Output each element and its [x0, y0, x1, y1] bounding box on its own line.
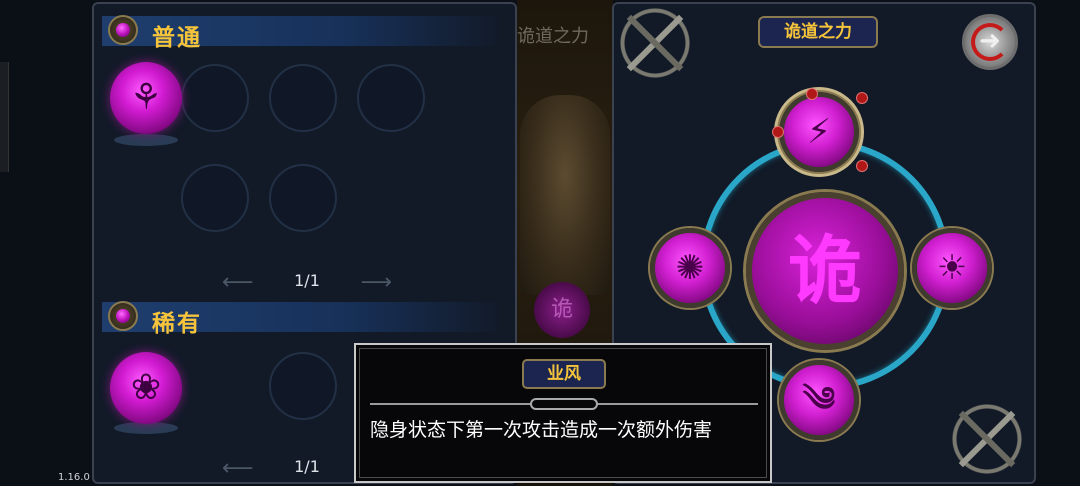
empty-slot [181, 64, 249, 132]
back-button[interactable]: ➜ [962, 14, 1018, 70]
edge-handle [0, 62, 9, 172]
bead-icon [856, 92, 868, 104]
burst-skill-icon: ✺ [675, 248, 705, 288]
gem-icon [108, 301, 138, 331]
orb-base [114, 134, 178, 146]
school-title: 诡道之力 [758, 16, 878, 48]
next-page-icon[interactable]: ⟶ [360, 270, 392, 295]
empty-slot [357, 64, 425, 132]
center-faded-orb: 诡 [534, 282, 590, 338]
empty-slot [181, 164, 249, 232]
ornate-divider [370, 398, 758, 410]
corner-ornament-icon [944, 396, 1030, 482]
center-faded-title: 诡道之力 [517, 26, 589, 47]
skill-slot-bottom[interactable]: ༄ [779, 360, 859, 440]
arrow-right-icon: ➜ [979, 26, 1001, 56]
skill-glyph-icon: ⚘ [129, 77, 163, 118]
empty-slot [269, 164, 337, 232]
empty-slot [269, 352, 337, 420]
core-skill-orb[interactable]: 诡 [746, 192, 904, 350]
skill-orb-normal[interactable]: ⚘ [110, 62, 182, 134]
section-title: 普通 [152, 25, 202, 51]
skill-glyph-icon: ❀ [130, 367, 162, 408]
pager-normal: ⟵ 1/1 ⟶ [222, 268, 392, 296]
core-glyph: 诡 [788, 228, 862, 314]
skill-tooltip: 业风 隐身状态下第一次攻击造成一次额外伤害 [354, 343, 772, 483]
gem-icon [108, 15, 138, 45]
version-label: 1.16.0 [58, 472, 90, 483]
skill-slot-top[interactable]: ⚡ [779, 92, 859, 172]
tooltip-description: 隐身状态下第一次攻击造成一次额外伤害 [370, 419, 713, 441]
hero-portrait [520, 95, 610, 295]
empty-slot [269, 64, 337, 132]
section-header-normal: 普通 [102, 15, 502, 51]
bead-icon [772, 126, 784, 138]
section-title: 稀有 [152, 311, 202, 337]
skill-slot-right[interactable]: ☀ [912, 228, 992, 308]
slash-skill-icon: ⚡ [807, 112, 831, 152]
sun-skill-icon: ☀ [936, 248, 968, 288]
skill-orb-rare[interactable]: ❀ [110, 352, 182, 424]
bead-icon [806, 88, 818, 100]
wind-skill-icon: ༄ [802, 380, 836, 420]
corner-ornament-icon [612, 0, 698, 86]
bead-icon [856, 160, 868, 172]
section-header-rare: 稀有 [102, 301, 502, 337]
tooltip-title: 业风 [522, 359, 606, 389]
skill-slot-left[interactable]: ✺ [650, 228, 730, 308]
